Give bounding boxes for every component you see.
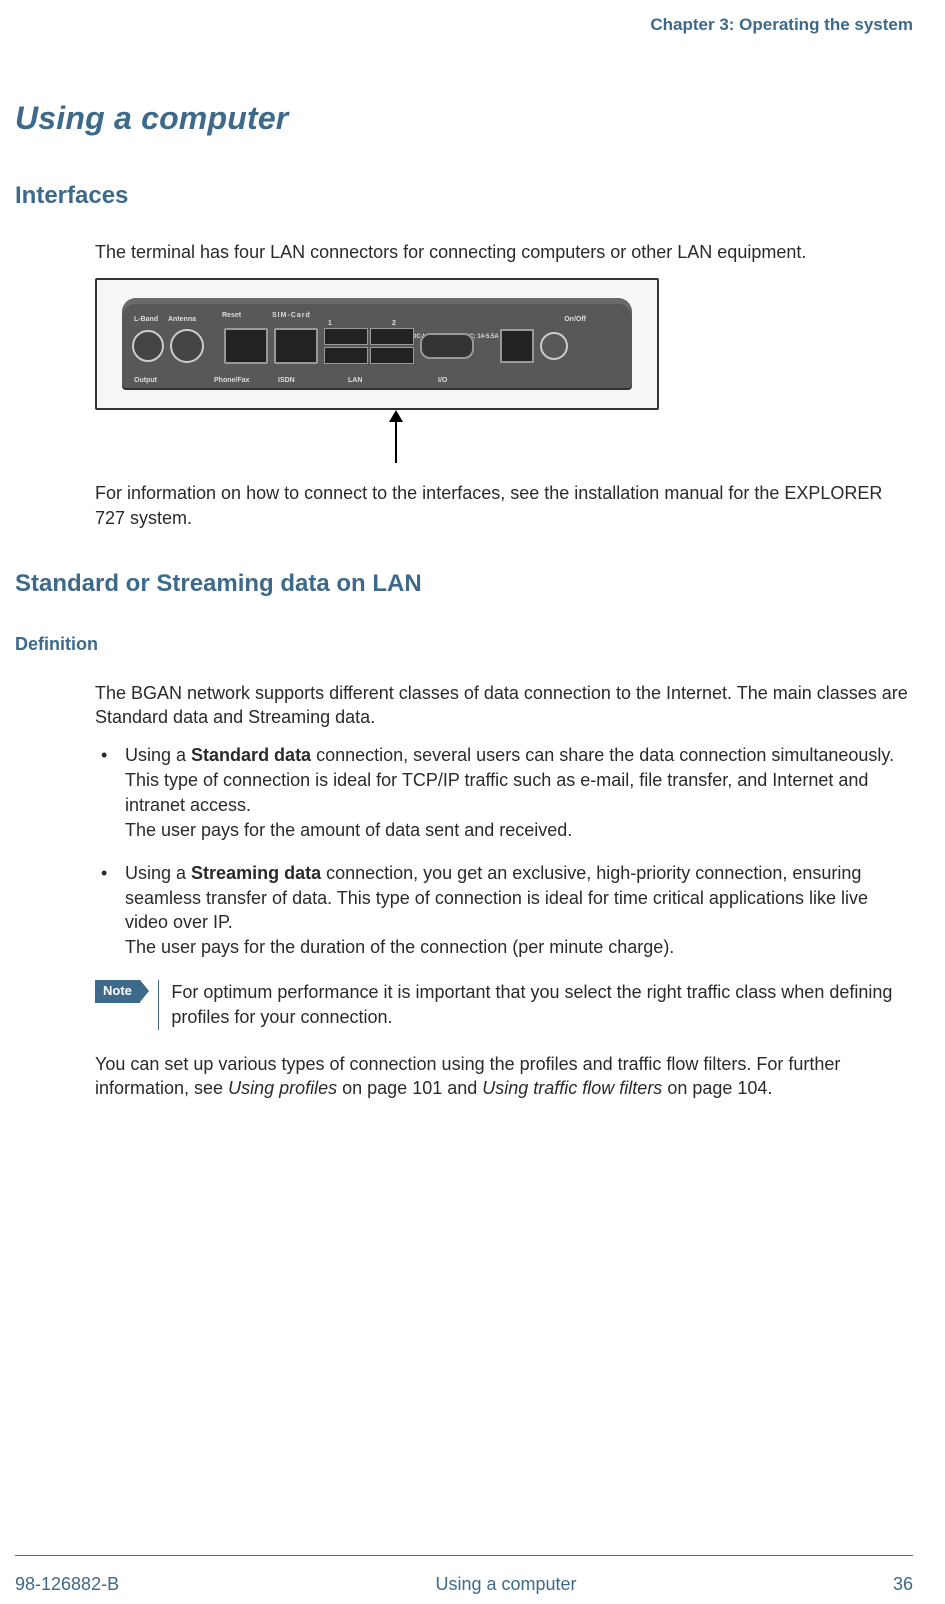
port-label-io: I/O — [438, 377, 447, 384]
footer-page-number: 36 — [893, 1574, 913, 1595]
serial-port-icon — [420, 333, 474, 359]
lband-port-icon — [132, 330, 164, 362]
port-label-2: 2 — [392, 320, 396, 327]
after-note-post: on page 104. — [662, 1078, 772, 1098]
arrow-line-icon — [395, 415, 397, 463]
note-divider — [158, 980, 160, 1030]
after-note-em1: Using profiles — [228, 1078, 337, 1098]
power-switch-icon — [500, 329, 534, 363]
port-label-lband: L-Band — [134, 316, 158, 323]
port-label-output: Output — [134, 377, 157, 384]
footer-center: Using a computer — [435, 1574, 576, 1595]
page-title: Using a computer — [15, 100, 913, 137]
bullet2-line2: The user pays for the duration of the co… — [125, 937, 674, 957]
note-text: For optimum performance it is important … — [171, 980, 913, 1030]
note-callout: Note For optimum performance it is impor… — [95, 980, 913, 1030]
page: Chapter 3: Operating the system Using a … — [0, 0, 945, 1555]
port-label-reset: Reset — [222, 312, 241, 319]
interfaces-body: The terminal has four LAN connectors for… — [95, 240, 913, 530]
lan-port-group — [324, 328, 414, 364]
port-label-lan: LAN — [348, 377, 362, 384]
isdn-port-icon — [274, 328, 318, 364]
port-label-sim: SIM-Card — [272, 312, 311, 319]
chapter-header: Chapter 3: Operating the system — [15, 15, 913, 35]
device-figure: L-Band Antenna Reset SIM-Card 1 2 3 4 DC… — [95, 278, 659, 410]
antenna-port-icon — [170, 329, 204, 363]
streaming-body: The BGAN network supports different clas… — [95, 681, 913, 1100]
bullet2-pre: Using a — [125, 863, 191, 883]
footer-doc-id: 98-126882-B — [15, 1574, 119, 1595]
arrow-indicator — [95, 410, 655, 465]
page-footer: 98-126882-B Using a computer 36 — [15, 1555, 913, 1604]
bullet1-strong: Standard data — [191, 745, 311, 765]
port-label-antenna: Antenna — [168, 316, 196, 323]
after-note-paragraph: You can set up various types of connecti… — [95, 1052, 913, 1101]
bullet1-pre: Using a — [125, 745, 191, 765]
section-streaming-heading: Standard or Streaming data on LAN — [15, 570, 913, 598]
bullet2-strong: Streaming data — [191, 863, 321, 883]
port-label-1: 1 — [328, 320, 332, 327]
interfaces-intro: The terminal has four LAN connectors for… — [95, 240, 913, 264]
section-interfaces-heading: Interfaces — [15, 182, 913, 210]
port-label-onoff: On/Off — [564, 316, 586, 323]
list-item: Using a Standard data connection, severa… — [95, 743, 913, 842]
bullet1-line2: The user pays for the amount of data sen… — [125, 820, 572, 840]
device-body: L-Band Antenna Reset SIM-Card 1 2 3 4 DC… — [122, 298, 632, 390]
interfaces-after-figure: For information on how to connect to the… — [95, 481, 913, 530]
ground-port-icon — [540, 332, 568, 360]
note-badge: Note — [95, 980, 140, 1003]
port-label-isdn: ISDN — [278, 377, 295, 384]
bullet-list: Using a Standard data connection, severa… — [95, 743, 913, 960]
phonefax-port-icon — [224, 328, 268, 364]
streaming-intro: The BGAN network supports different clas… — [95, 681, 913, 730]
list-item: Using a Streaming data connection, you g… — [95, 861, 913, 960]
port-label-phonefax: Phone/Fax — [214, 377, 249, 384]
after-note-mid1: on page 101 and — [337, 1078, 482, 1098]
after-note-em2: Using traffic flow filters — [482, 1078, 662, 1098]
subsection-definition: Definition — [15, 634, 913, 655]
